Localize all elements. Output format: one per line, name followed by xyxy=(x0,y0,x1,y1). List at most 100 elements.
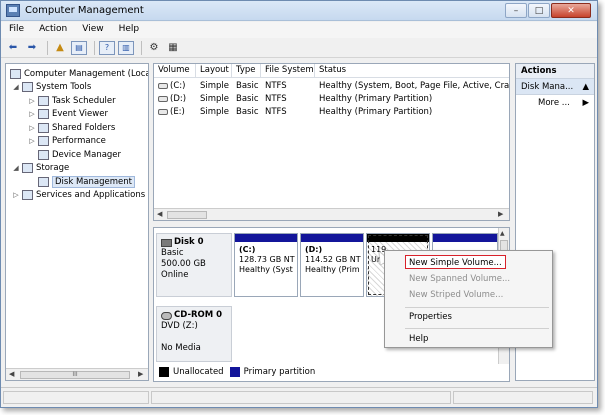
volume-list-header: Volume Layout Type File System Status xyxy=(154,64,509,78)
scroll-up-arrow-icon[interactable]: ▲ xyxy=(500,230,505,237)
disk-type: Basic xyxy=(161,248,184,258)
maximize-button[interactable]: □ xyxy=(528,3,550,18)
expand-arrow-icon[interactable]: ▷ xyxy=(28,124,36,132)
volume-row-d[interactable]: (D:) Simple Basic NTFS Healthy (Primary … xyxy=(154,93,509,106)
partition-size: 114.52 GB NT xyxy=(305,255,361,264)
tree-item-label: Task Scheduler xyxy=(52,95,116,106)
file-system-cell: NTFS xyxy=(265,94,287,104)
tree-item-performance[interactable]: ▷ Performance xyxy=(28,134,106,147)
forward-arrow-icon[interactable]: ➡ xyxy=(24,41,40,55)
volume-row-c[interactable]: (C:) Simple Basic NTFS Healthy (System, … xyxy=(154,80,510,93)
tree-item-device-manager[interactable]: Device Manager xyxy=(38,148,121,161)
volume-row-e[interactable]: (E:) Simple Basic NTFS Healthy (Primary … xyxy=(154,106,509,119)
tree-item-shared-folders[interactable]: ▷ Shared Folders xyxy=(28,121,115,134)
toolbar-separator xyxy=(94,40,95,55)
cdrom-media: No Media xyxy=(161,343,201,353)
show-hide-action-pane-icon[interactable]: ▥ xyxy=(118,40,134,55)
volume-cell: (C:) xyxy=(154,80,196,93)
partition-title: (D:) xyxy=(305,245,323,254)
menu-action[interactable]: Action xyxy=(31,22,74,38)
tree-item-storage[interactable]: ◢ Storage xyxy=(12,161,69,174)
unallocated-swatch xyxy=(159,367,169,377)
tree-item-label: Computer Management (Local xyxy=(24,68,149,79)
column-header-file-system[interactable]: File System xyxy=(261,64,315,78)
menu-item-properties[interactable]: Properties xyxy=(409,310,452,324)
tree-item-label: Services and Applications xyxy=(36,189,146,200)
close-button[interactable]: ✕ xyxy=(551,3,591,18)
volume-name: (D:) xyxy=(170,94,187,104)
scroll-right-arrow-icon[interactable]: ▶ xyxy=(138,370,143,378)
back-arrow-icon[interactable]: ⬅ xyxy=(5,41,21,55)
menu-file[interactable]: File xyxy=(1,22,31,38)
show-hide-tree-icon[interactable]: ▤ xyxy=(71,40,87,55)
menu-view[interactable]: View xyxy=(74,22,110,38)
scroll-left-arrow-icon[interactable]: ◀ xyxy=(157,210,162,218)
cdrom-name: CD-ROM 0 xyxy=(174,310,223,320)
tree-item-event-viewer[interactable]: ▷ Event Viewer xyxy=(28,107,108,120)
cdrom-0-label[interactable]: CD-ROM 0 DVD (Z:) No Media xyxy=(156,306,232,362)
status-segment xyxy=(453,391,593,404)
disk-legend: Unallocated Primary partition xyxy=(156,365,506,379)
tree-item-computer-management[interactable]: Computer Management (Local xyxy=(10,67,149,80)
menu-item-new-simple-volume[interactable]: New Simple Volume... xyxy=(405,255,506,269)
menu-item-new-striped-volume[interactable]: New Striped Volume... xyxy=(409,288,503,302)
disk-0-label[interactable]: Disk 0 Basic 500.00 GB Online xyxy=(156,233,232,297)
partition-d[interactable]: (D:) 114.52 GB NT Healthy (Prim xyxy=(300,233,364,297)
volume-name: (C:) xyxy=(170,81,186,91)
column-header-layout[interactable]: Layout xyxy=(196,64,232,78)
tree-item-label: Performance xyxy=(52,135,106,146)
actions-more-item[interactable]: More ... ▶ xyxy=(516,95,594,108)
scroll-right-arrow-icon[interactable]: ▶ xyxy=(498,210,503,218)
tree-horizontal-scrollbar[interactable]: ◀ III ▶ xyxy=(6,368,148,380)
partition-size: 128.73 GB NT xyxy=(239,255,295,264)
settings-icon[interactable]: ⚙ xyxy=(146,41,162,55)
tree-item-disk-management[interactable]: Disk Management xyxy=(38,175,135,188)
cdrom-drive: DVD (Z:) xyxy=(161,321,198,331)
properties-icon[interactable]: ▦ xyxy=(165,41,181,55)
event-log-icon xyxy=(38,108,49,119)
status-cell: Healthy (Primary Partition) xyxy=(319,94,433,104)
unallocated-bar xyxy=(367,234,429,242)
scrollbar-thumb[interactable] xyxy=(167,211,207,219)
collapse-arrow-icon[interactable]: ◢ xyxy=(12,83,20,91)
column-header-type[interactable]: Type xyxy=(232,64,261,78)
primary-partition-swatch xyxy=(229,367,240,377)
collapse-arrow-icon[interactable]: ◢ xyxy=(12,164,20,172)
actions-section-disk-management[interactable]: Disk Mana... ▲ xyxy=(516,79,594,95)
primary-partition-bar xyxy=(235,234,297,242)
menu-help[interactable]: Help xyxy=(111,22,147,38)
tree-item-services-and-applications[interactable]: ▷ Services and Applications xyxy=(12,188,145,201)
submenu-arrow-icon: ▶ xyxy=(582,98,589,108)
tree-item-system-tools[interactable]: ◢ System Tools xyxy=(12,80,91,93)
expand-arrow-icon[interactable]: ▷ xyxy=(28,110,36,118)
expand-arrow-icon[interactable]: ▷ xyxy=(28,97,36,105)
tree-item-task-scheduler[interactable]: ▷ Task Scheduler xyxy=(28,94,116,107)
tools-icon xyxy=(22,81,33,92)
expand-arrow-icon[interactable]: ▷ xyxy=(12,191,20,199)
volume-list: Volume Layout Type File System Status (C… xyxy=(153,63,510,221)
type-cell: Basic xyxy=(236,94,259,104)
menu-item-help[interactable]: Help xyxy=(409,332,428,346)
scrollbar-thumb[interactable]: III xyxy=(20,371,130,379)
scroll-left-arrow-icon[interactable]: ◀ xyxy=(9,370,14,378)
collapse-up-icon[interactable]: ▲ xyxy=(582,82,589,92)
up-folder-icon[interactable]: ▲ xyxy=(52,41,68,55)
disk-management-icon xyxy=(38,176,49,187)
help-icon[interactable]: ? xyxy=(99,40,115,55)
computer-management-icon xyxy=(6,4,20,17)
column-header-status[interactable]: Status xyxy=(315,64,509,78)
expand-arrow-icon[interactable]: ▷ xyxy=(28,137,36,145)
volume-cell: (E:) xyxy=(154,106,196,119)
partition-title: (C:) xyxy=(239,245,256,254)
minimize-button[interactable]: – xyxy=(505,3,527,18)
tree-item-label: Storage xyxy=(36,162,70,173)
column-header-volume[interactable]: Volume xyxy=(154,64,196,78)
status-cell: Healthy (System, Boot, Page File, Active… xyxy=(319,81,510,91)
tree-item-label: System Tools xyxy=(36,81,92,92)
menu-item-new-spanned-volume[interactable]: New Spanned Volume... xyxy=(409,272,510,286)
shared-folder-icon xyxy=(38,122,49,133)
more-actions-label: More ... xyxy=(538,98,570,108)
volume-list-horizontal-scrollbar[interactable]: ◀ ▶ xyxy=(154,208,509,220)
type-cell: Basic xyxy=(236,81,259,91)
partition-c[interactable]: (C:) 128.73 GB NT Healthy (Syst xyxy=(234,233,298,297)
